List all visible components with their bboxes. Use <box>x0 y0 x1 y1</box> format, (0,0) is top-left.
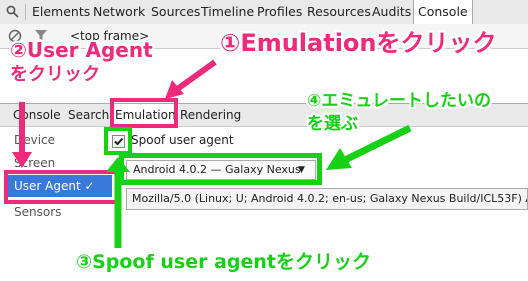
toolbar-divider <box>25 4 26 20</box>
tab-resources[interactable]: Resources <box>307 0 371 24</box>
step3-annotation: ③Spoof user agentをクリック <box>76 251 371 273</box>
tab-sources[interactable]: Sources <box>151 0 200 24</box>
tab-timeline[interactable]: Timeline <box>201 0 254 24</box>
tab-console[interactable]: Console <box>413 0 473 24</box>
user-agent-highlight-box <box>4 170 121 204</box>
sidebar-item-sensors[interactable]: Sensors <box>14 205 61 219</box>
user-agent-input[interactable]: Mozilla/5.0 (Linux; U; Android 4.0.2; en… <box>126 188 528 210</box>
checkbox-highlight-box <box>104 127 132 155</box>
drawer-tab-rendering[interactable]: Rendering <box>180 104 241 126</box>
devtools-toolbar: Elements Network Sources Timeline Profil… <box>0 0 528 25</box>
step2-annotation-line2: をクリック <box>10 64 100 85</box>
green-arrow-4 <box>326 124 412 170</box>
drawer-tab-search[interactable]: Search <box>68 104 109 126</box>
step4-annotation-line1: ④エミュレートしたいの <box>307 91 492 111</box>
sidebar-item-screen[interactable]: Screen <box>14 156 55 170</box>
step1-annotation: ①Emulationをクリック <box>220 29 497 57</box>
tab-profiles[interactable]: Profiles <box>257 0 302 24</box>
tab-elements[interactable]: Elements <box>32 0 90 24</box>
search-icon[interactable] <box>6 5 19 18</box>
device-select-highlight-box <box>119 153 322 185</box>
tab-network[interactable]: Network <box>93 0 145 24</box>
pink-arrow-1 <box>165 59 217 99</box>
tab-audits[interactable]: Audits <box>372 0 411 24</box>
emulation-highlight-box <box>110 98 178 128</box>
drawer-tab-console[interactable]: Console <box>13 104 61 126</box>
step4-annotation-line2: を選ぶ <box>307 114 358 134</box>
step2-annotation-line1: ②User Agent <box>10 38 153 62</box>
spoof-user-agent-label[interactable]: Spoof user agent <box>131 133 234 147</box>
sidebar-item-device[interactable]: Device <box>14 133 55 147</box>
